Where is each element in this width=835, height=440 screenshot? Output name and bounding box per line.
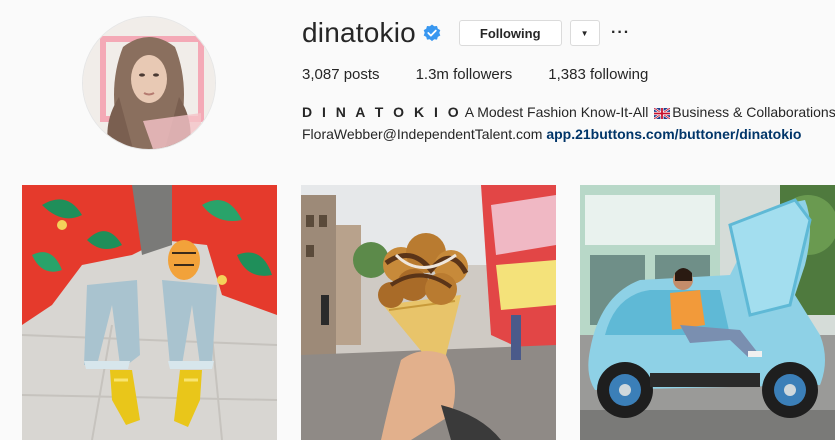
bio-tagline: A Modest Fashion Know-It-All (464, 104, 649, 120)
post-image-car (580, 185, 835, 440)
following-link[interactable]: 1,383 following (548, 66, 648, 83)
bio-line-2: FloraWebber@IndependentTalent.com app.21… (302, 124, 835, 144)
more-options-icon[interactable]: ··· (610, 20, 632, 46)
uk-flag-icon (653, 104, 671, 124)
bio-website-link[interactable]: app.21buttons.com/buttoner/dinatokio (546, 126, 801, 142)
post-image-waffle (301, 185, 556, 440)
bio-full-name: D I N A T O K I O (302, 104, 462, 120)
bio-email: FloraWebber@IndependentTalent.com (302, 126, 543, 142)
profile-stats: 3,087 posts 1.3m followers 1,383 followi… (302, 66, 684, 83)
profile-header: dinatokio Following ▼ ··· (302, 16, 632, 50)
profile-username: dinatokio (302, 17, 416, 48)
following-button[interactable]: Following (458, 20, 562, 46)
verified-badge-icon (423, 24, 441, 42)
profile-page: dinatokio Following ▼ ··· 3,087 posts 1.… (0, 0, 835, 440)
posts-count: 3,087 posts (302, 66, 380, 83)
post-thumbnail-2[interactable] (301, 185, 556, 440)
bio-business: Business & Collaborations (672, 104, 835, 120)
bio-line-1: D I N A T O K I O A Modest Fashion Know-… (302, 102, 835, 124)
followers-link[interactable]: 1.3m followers (416, 66, 513, 83)
post-thumbnail-1[interactable] (22, 185, 277, 440)
avatar-image (83, 17, 215, 149)
profile-bio: D I N A T O K I O A Modest Fashion Know-… (302, 102, 835, 144)
chevron-down-icon[interactable]: ▼ (569, 20, 600, 46)
post-image-kimono (22, 185, 277, 440)
post-thumbnail-3[interactable] (580, 185, 835, 440)
profile-avatar[interactable] (82, 16, 216, 150)
